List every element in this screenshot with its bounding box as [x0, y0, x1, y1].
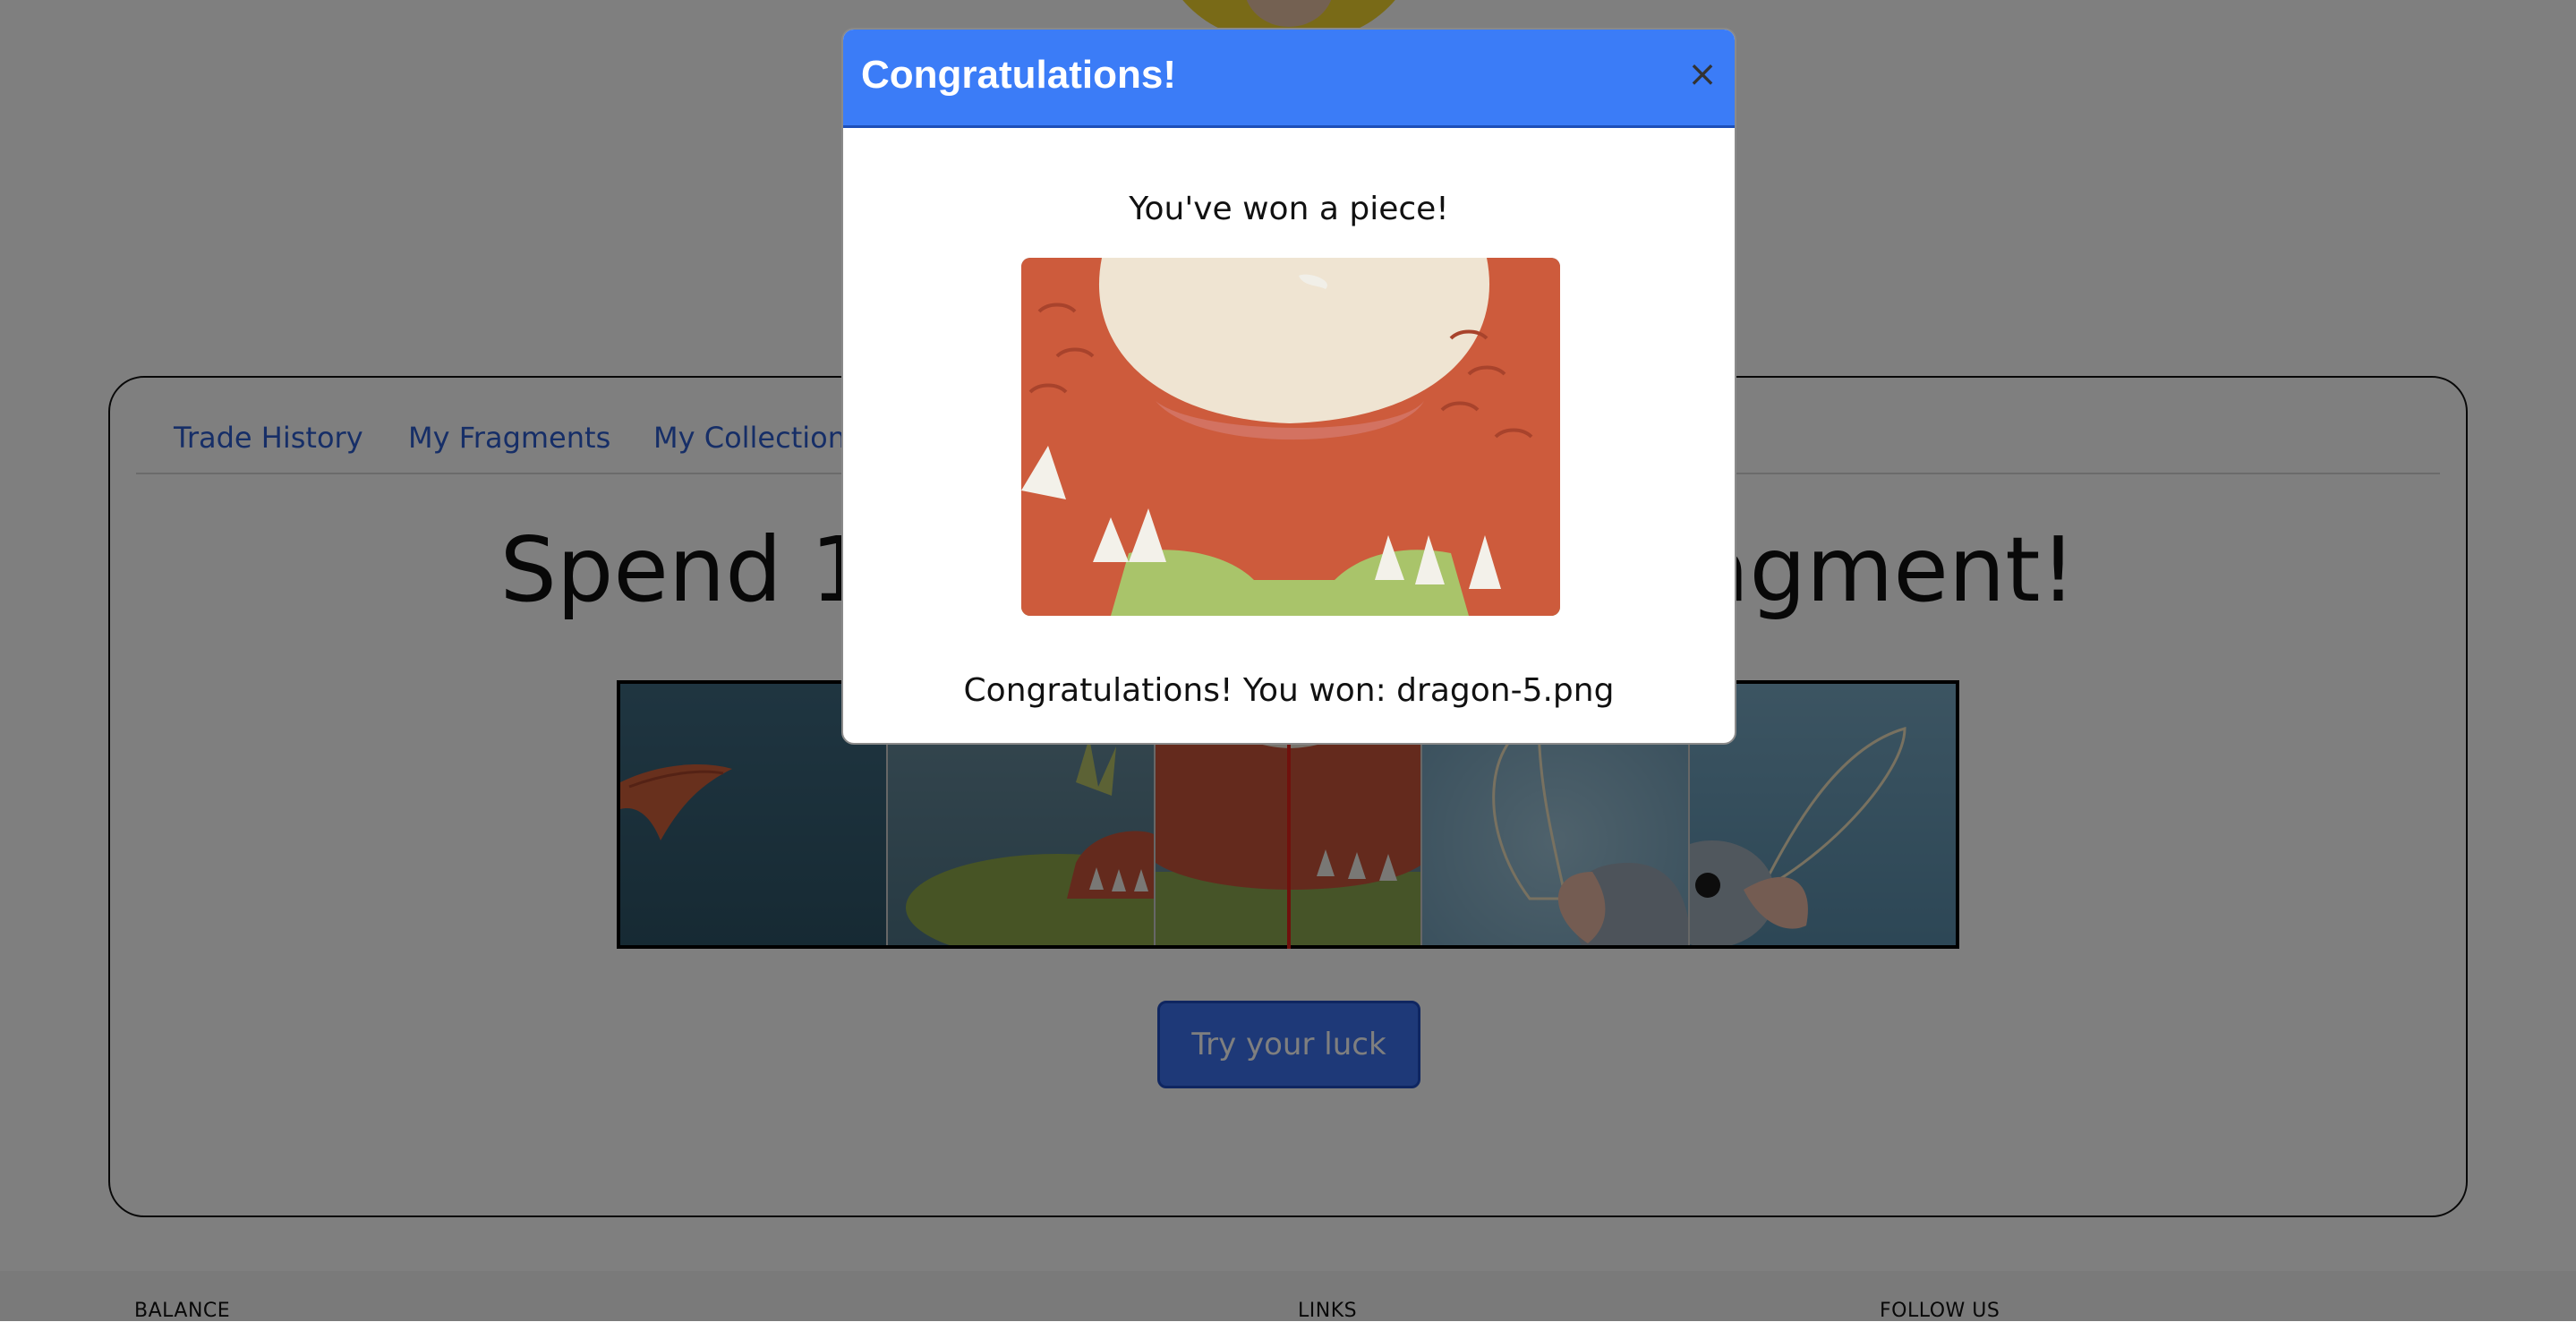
modal-subtitle: You've won a piece!	[1129, 191, 1449, 227]
prize-image	[1021, 258, 1560, 616]
congratulations-modal: Congratulations! × You've won a piece! C…	[841, 28, 1736, 745]
modal-header: Congratulations! ×	[843, 30, 1735, 128]
close-icon[interactable]: ×	[1685, 56, 1720, 92]
modal-result-message: Congratulations! You won: dragon-5.png	[963, 672, 1615, 709]
modal-title: Congratulations!	[861, 53, 1176, 97]
